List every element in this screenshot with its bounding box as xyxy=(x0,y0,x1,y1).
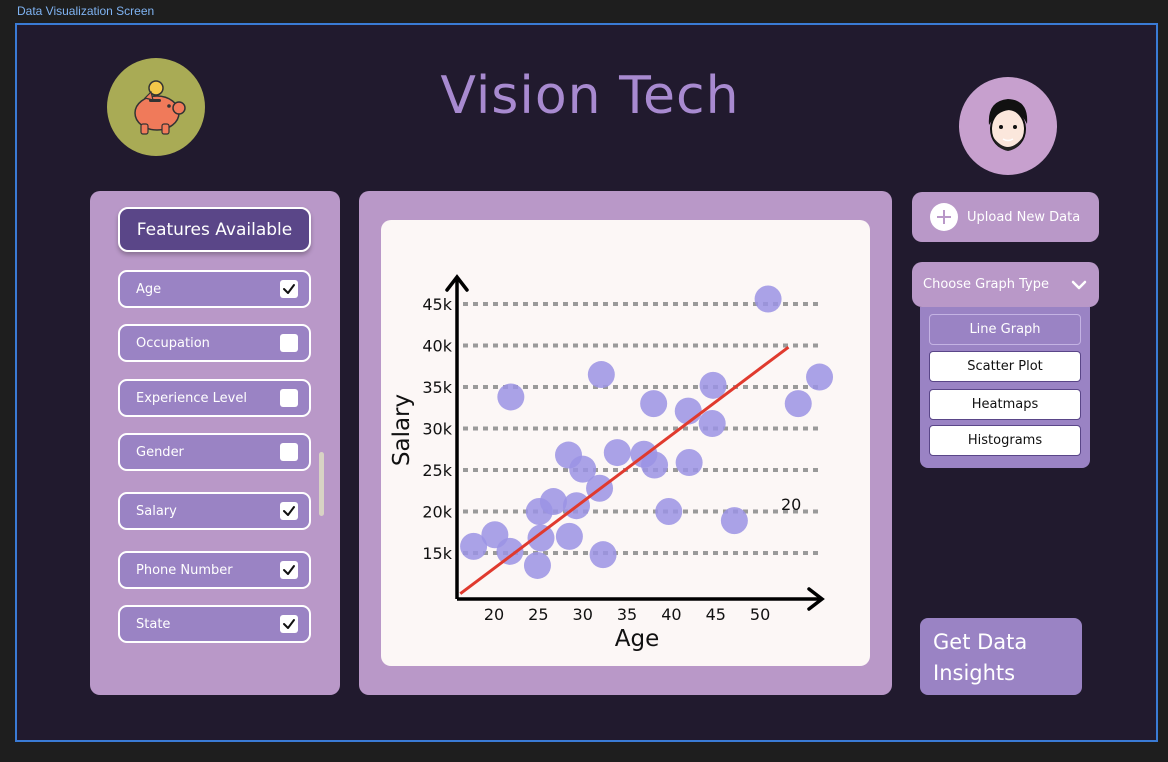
user-avatar-icon[interactable] xyxy=(959,77,1057,175)
chart-annotation: 20 xyxy=(781,495,801,514)
checkmark-icon xyxy=(283,506,295,516)
features-scrollbar[interactable] xyxy=(319,452,324,516)
graph-option-line-graph[interactable]: Line Graph xyxy=(929,314,1081,345)
chevron-down-icon xyxy=(1071,280,1087,290)
data-point xyxy=(674,397,702,425)
y-tick-label: 20k xyxy=(422,503,452,522)
x-tick-label: 25 xyxy=(528,605,548,624)
x-tick-label: 40 xyxy=(661,605,681,624)
y-tick-label: 30k xyxy=(422,420,452,439)
feature-checkbox[interactable] xyxy=(280,615,298,633)
x-tick-label: 45 xyxy=(706,605,726,624)
feature-label: Gender xyxy=(136,444,184,460)
feature-item-salary[interactable]: Salary xyxy=(118,492,311,530)
graph-type-label: Choose Graph Type xyxy=(923,277,1049,292)
upload-new-data-button[interactable]: Upload New Data xyxy=(912,192,1099,242)
graph-option-histograms[interactable]: Histograms xyxy=(929,425,1081,456)
feature-label: Phone Number xyxy=(136,562,233,578)
data-point xyxy=(640,390,668,418)
feature-label: Occupation xyxy=(136,335,210,351)
x-tick-label: 20 xyxy=(484,605,504,624)
piggy-bank-icon xyxy=(107,58,205,156)
y-tick-label: 40k xyxy=(422,337,452,356)
data-point xyxy=(527,524,555,552)
graph-option-scatter-plot[interactable]: Scatter Plot xyxy=(929,351,1081,382)
x-tick-label: 30 xyxy=(573,605,593,624)
checkmark-icon xyxy=(283,565,295,575)
y-tick-label: 25k xyxy=(422,461,452,480)
y-axis-title: Salary xyxy=(389,394,415,466)
data-point xyxy=(589,541,617,569)
data-point xyxy=(523,551,551,579)
feature-item-occupation[interactable]: Occupation xyxy=(118,324,311,362)
feature-label: Age xyxy=(136,281,162,297)
feature-item-state[interactable]: State xyxy=(118,605,311,643)
feature-label: State xyxy=(136,616,171,632)
frame-label: Data Visualization Screen xyxy=(17,4,155,18)
app-title: Vision Tech xyxy=(440,66,740,126)
data-point xyxy=(806,363,834,391)
feature-checkbox[interactable] xyxy=(280,502,298,520)
data-point xyxy=(587,361,615,389)
choose-graph-type-dropdown[interactable]: Choose Graph Type xyxy=(912,262,1099,307)
y-tick-label: 35k xyxy=(422,378,452,397)
x-tick-label: 35 xyxy=(617,605,637,624)
data-point xyxy=(555,522,583,550)
x-tick-label: 50 xyxy=(750,605,770,624)
feature-checkbox[interactable] xyxy=(280,334,298,352)
data-point xyxy=(496,537,524,565)
data-point xyxy=(698,410,726,438)
upload-label: Upload New Data xyxy=(967,209,1081,225)
feature-label: Salary xyxy=(136,503,177,519)
feature-item-phone-number[interactable]: Phone Number xyxy=(118,551,311,589)
feature-checkbox[interactable] xyxy=(280,561,298,579)
salary-age-chart: 15k 20k 25k 30k 35k 40k 45k 20 25 30 35 40 45 50 Age Sa… xyxy=(389,274,834,652)
feature-item-gender[interactable]: Gender xyxy=(118,433,311,471)
y-tick-label: 15k xyxy=(422,544,452,563)
feature-item-experience-level[interactable]: Experience Level xyxy=(118,379,311,417)
feature-checkbox[interactable] xyxy=(280,443,298,461)
y-tick-label: 45k xyxy=(422,295,452,314)
data-point xyxy=(784,390,812,418)
checkmark-icon xyxy=(283,284,295,294)
plus-icon xyxy=(930,203,958,231)
x-axis-title: Age xyxy=(615,626,659,652)
data-point xyxy=(754,285,782,313)
feature-checkbox[interactable] xyxy=(280,280,298,298)
graph-option-heatmaps[interactable]: Heatmaps xyxy=(929,389,1081,420)
data-point xyxy=(539,488,567,516)
checkmark-icon xyxy=(283,619,295,629)
feature-checkbox[interactable] xyxy=(280,389,298,407)
data-point xyxy=(655,498,683,525)
get-data-insights-button[interactable]: Get Data Insights xyxy=(920,618,1082,695)
data-point xyxy=(675,449,703,477)
feature-item-age[interactable]: Age xyxy=(118,270,311,308)
features-header: Features Available xyxy=(118,207,311,252)
data-point xyxy=(699,371,727,399)
data-point xyxy=(603,439,631,467)
data-point xyxy=(497,383,525,411)
data-point xyxy=(720,507,748,535)
feature-label: Experience Level xyxy=(136,390,247,406)
